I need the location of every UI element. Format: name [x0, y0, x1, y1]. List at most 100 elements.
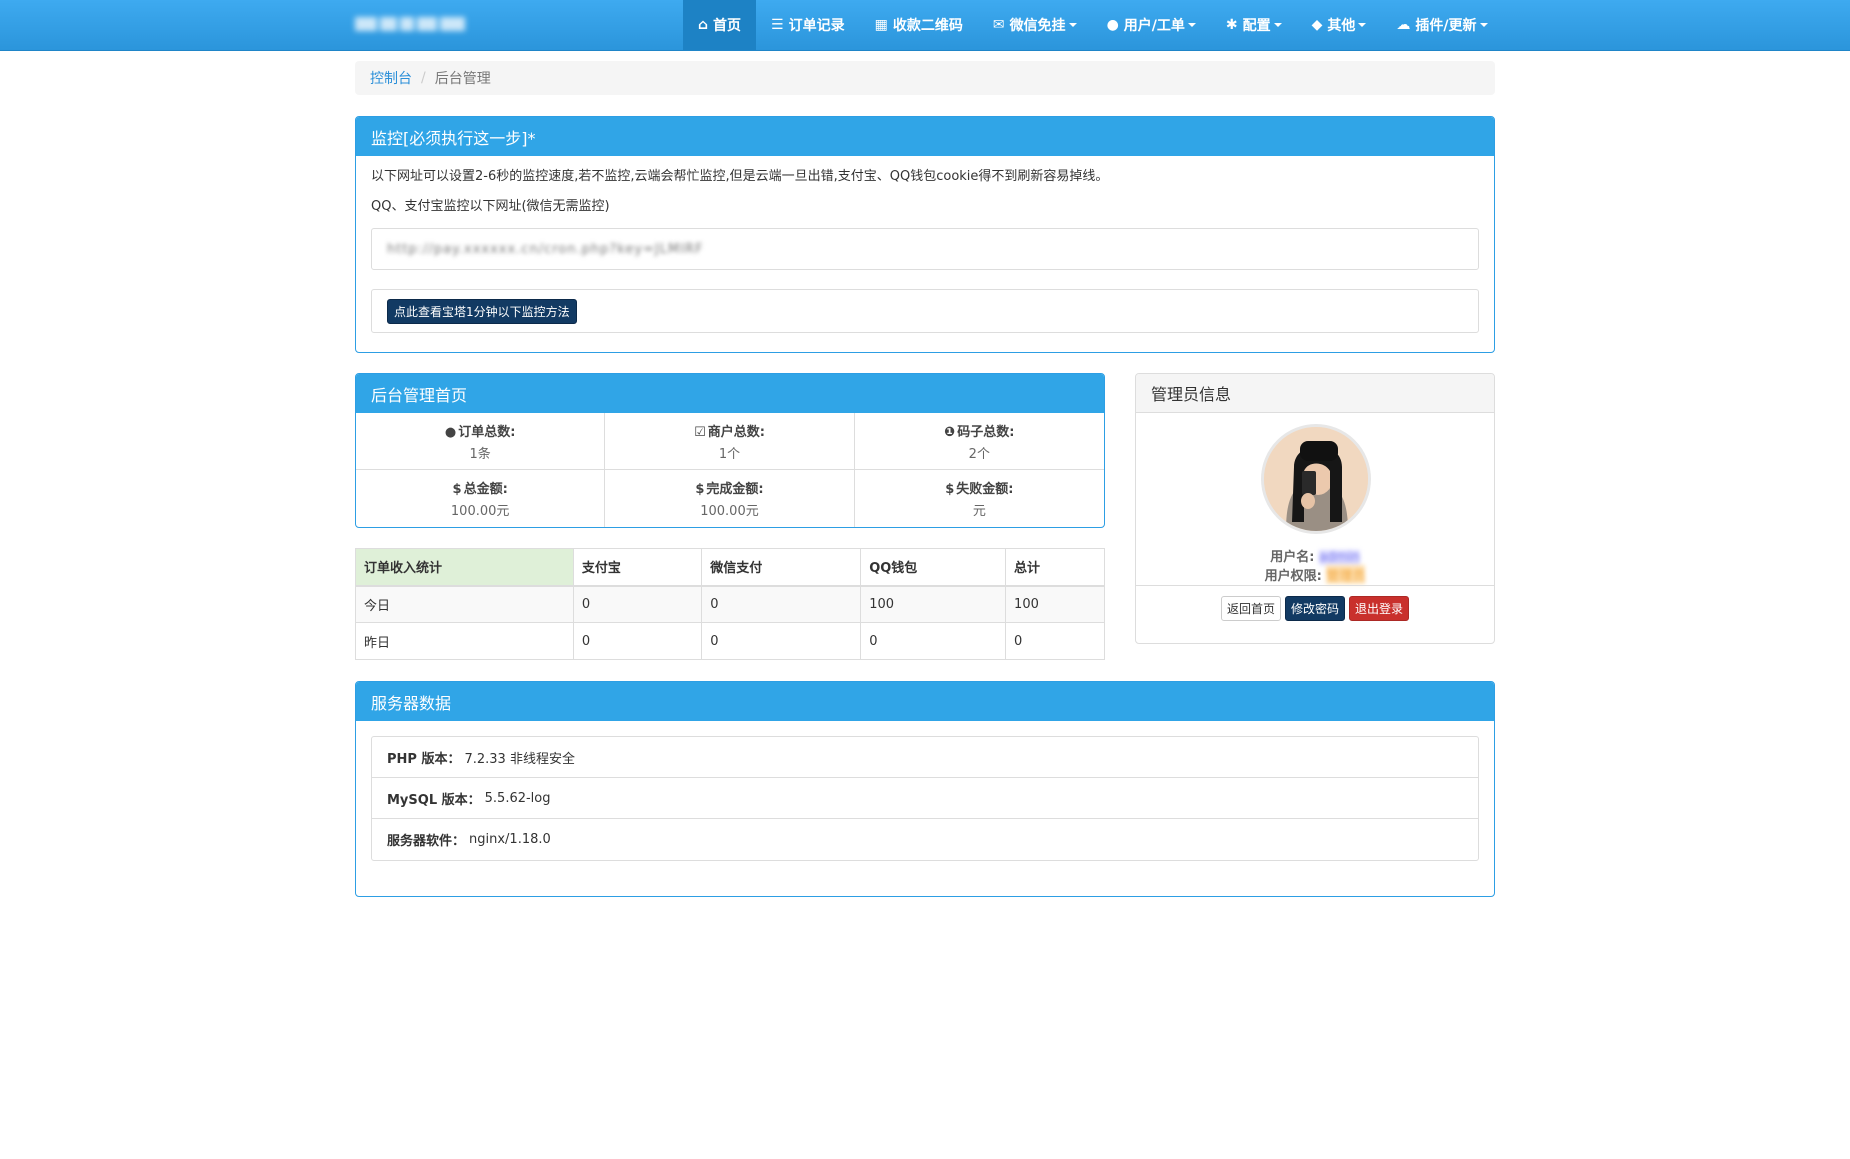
nav-item-label: 插件/更新 — [1415, 18, 1477, 34]
table-cell: 0 — [701, 622, 862, 660]
nav-item-label: 首页 — [713, 18, 742, 34]
nav-item-label: 配置 — [1242, 18, 1271, 34]
gear-icon: ✱ — [1225, 17, 1238, 33]
monitor-method-button[interactable]: 点此查看宝塔1分钟以下监控方法 — [387, 298, 577, 324]
table-row: 昨日 0 0 0 0 — [355, 622, 1105, 660]
admin-info-title: 管理员信息 — [1136, 374, 1494, 413]
table-header-cell: 微信支付 — [701, 548, 862, 587]
stat-label-text: 总金额: — [463, 482, 508, 497]
server-data-title: 服务器数据 — [356, 682, 1494, 721]
admin-role: 管理员 — [1326, 565, 1366, 584]
stat-value: 1条 — [469, 446, 491, 462]
server-info-list: PHP 版本： 7.2.33 非线程安全 MySQL 版本： 5.5.62-log 服务… — [371, 736, 1479, 861]
caret-down-icon — [1187, 23, 1196, 27]
stat-label: ● 订单总数: — [445, 421, 516, 440]
table-cell: 0 — [1005, 622, 1105, 660]
admin-username-line: 用户名: admin — [1136, 546, 1494, 565]
table-cell: 0 — [860, 622, 1007, 660]
nav-item-label: 收款二维码 — [892, 18, 963, 34]
stat-cell: $ 总金额: 100.00元 — [356, 470, 606, 527]
table-cell: 0 — [572, 622, 703, 660]
table-cell: 100 — [1005, 585, 1105, 623]
stat-value: 元 — [972, 504, 986, 519]
stat-cell: ● 订单总数: 1条 — [356, 413, 606, 470]
server-info-label: 服务器软件： — [387, 834, 466, 849]
check-square-icon: ☑ — [694, 424, 706, 440]
monitor-url[interactable]: http://pay.xxxxxx.cn/cron.php?key=JLMIRF — [387, 242, 704, 257]
monitor-method-box: 点此查看宝塔1分钟以下监控方法 — [371, 289, 1479, 333]
dollar-icon: $ — [695, 482, 705, 497]
admin-username: admin — [1319, 550, 1360, 565]
stat-label-text: 失败金额: — [956, 482, 1014, 497]
nav-item-3[interactable]: ✉ 微信免挂 — [978, 0, 1092, 50]
nav-item-7[interactable]: ☁ 插件/更新 — [1381, 0, 1502, 50]
server-info-label: PHP 版本： — [387, 751, 461, 767]
list-icon: ☰ — [771, 17, 784, 33]
nav-item-label: 用户/工单 — [1123, 18, 1185, 34]
stats-grid: ● 订单总数: 1条 ☑ 商户总数: 1个 ❶ 码子总数: 2个 $ 总金额: 100.00元 $ 完成金… — [356, 413, 1104, 527]
table-header-cell: 支付宝 — [572, 548, 703, 587]
table-header-cell: 订单收入统计 — [355, 548, 574, 587]
admin-username-label: 用户名: — [1270, 550, 1315, 565]
nav-item-label: 订单记录 — [788, 18, 845, 34]
stat-value: 100.00元 — [450, 504, 510, 519]
back-home-button[interactable]: 返回首页 — [1220, 596, 1281, 621]
list-item: PHP 版本： 7.2.33 非线程安全 — [372, 737, 1478, 778]
stat-cell: $ 完成金额: 100.00元 — [605, 470, 855, 527]
table-cell: 100 — [860, 585, 1007, 623]
brand-logo[interactable] — [355, 13, 465, 35]
nav-item-4[interactable]: ● 用户/工单 — [1092, 0, 1211, 50]
admin-home-title: 后台管理首页 — [356, 374, 1104, 413]
stat-label: ❶ 码子总数: — [944, 421, 1014, 440]
breadcrumb-current: 后台管理 — [434, 71, 491, 87]
dollar-icon: $ — [945, 482, 955, 497]
stat-value: 100.00元 — [700, 504, 759, 519]
table-header-cell: QQ钱包 — [860, 548, 1007, 587]
stat-label: ☑ 商户总数: — [694, 421, 765, 440]
server-data-panel: 服务器数据 PHP 版本： 7.2.33 非线程安全 MySQL 版本： 5.5.62… — [355, 681, 1495, 897]
stat-label-text: 订单总数: — [458, 424, 516, 440]
main-nav: ⌂ 首页 ☰ 订单记录 ▦ 收款二维码 ✉ 微信免挂 ● 用户/工单 ✱ 配置 ◆ 其他 ☁ 插件/更新 — [683, 0, 1503, 50]
wechat-icon: ✉ — [992, 17, 1005, 33]
stat-label: $ 总金额: — [453, 478, 508, 497]
breadcrumb-home-link[interactable]: 控制台 — [370, 68, 412, 88]
info-circle-icon: ❶ — [944, 424, 956, 440]
nav-item-1[interactable]: ☰ 订单记录 — [756, 0, 860, 50]
stat-label: $ 完成金额: — [695, 478, 763, 497]
home-icon: ⌂ — [698, 17, 709, 33]
top-navbar: ⌂ 首页 ☰ 订单记录 ▦ 收款二维码 ✉ 微信免挂 ● 用户/工单 ✱ 配置 ◆ 其他 ☁ 插件/更新 — [0, 0, 1850, 51]
monitor-panel: 监控[必须执行这一步]* 以下网址可以设置2-6秒的监控速度,若不监控,云端会帮… — [355, 116, 1495, 353]
caret-down-icon — [1068, 23, 1077, 27]
stat-label-text: 商户总数: — [707, 424, 765, 440]
nav-item-5[interactable]: ✱ 配置 — [1211, 0, 1297, 50]
nav-item-2[interactable]: ▦ 收款二维码 — [860, 0, 978, 50]
stat-cell: ❶ 码子总数: 2个 — [854, 413, 1104, 470]
table-header-row: 订单收入统计 支付宝 微信支付 QQ钱包 总计 — [355, 548, 1105, 587]
monitor-panel-title: 监控[必须执行这一步]* — [356, 117, 1494, 156]
server-info-label: MySQL 版本： — [387, 792, 481, 808]
monitor-url-box[interactable]: http://pay.xxxxxx.cn/cron.php?key=JLMIRF — [371, 228, 1479, 270]
nav-item-0[interactable]: ⌂ 首页 — [683, 0, 757, 50]
stat-label: $ 失败金额: — [945, 478, 1013, 497]
server-info-value: 7.2.33 非线程安全 — [464, 751, 575, 767]
table-cell: 0 — [701, 585, 862, 623]
table-cell: 0 — [572, 585, 703, 623]
avatar — [1261, 424, 1371, 534]
stat-cell: $ 失败金额: 元 — [855, 470, 1104, 527]
admin-role-label: 用户权限: — [1264, 569, 1322, 584]
list-item: MySQL 版本： 5.5.62-log — [372, 778, 1478, 819]
table-cell: 昨日 — [355, 622, 574, 660]
divider — [1136, 585, 1494, 586]
qrcode-icon: ▦ — [874, 17, 888, 33]
list-item: 服务器软件： nginx/1.18.0 — [372, 819, 1478, 860]
admin-info-panel: 管理员信息 用户名: admin 用户权限: 管理员 返回首页 修改密码 退出登… — [1135, 373, 1495, 644]
caret-down-icon — [1273, 23, 1282, 27]
admin-home-panel: 后台管理首页 ● 订单总数: 1条 ☑ 商户总数: 1个 ❶ 码子总数: 2个 $ 总金额: 100.… — [355, 373, 1105, 528]
nav-item-6[interactable]: ◆ 其他 — [1297, 0, 1382, 50]
admin-actions: 返回首页 修改密码 退出登录 — [1136, 596, 1494, 621]
stat-label-text: 码子总数: — [957, 424, 1015, 440]
caret-down-icon — [1358, 23, 1367, 27]
logout-button[interactable]: 退出登录 — [1349, 596, 1410, 621]
change-password-button[interactable]: 修改密码 — [1284, 596, 1345, 621]
stat-cell: ☑ 商户总数: 1个 — [605, 413, 855, 470]
